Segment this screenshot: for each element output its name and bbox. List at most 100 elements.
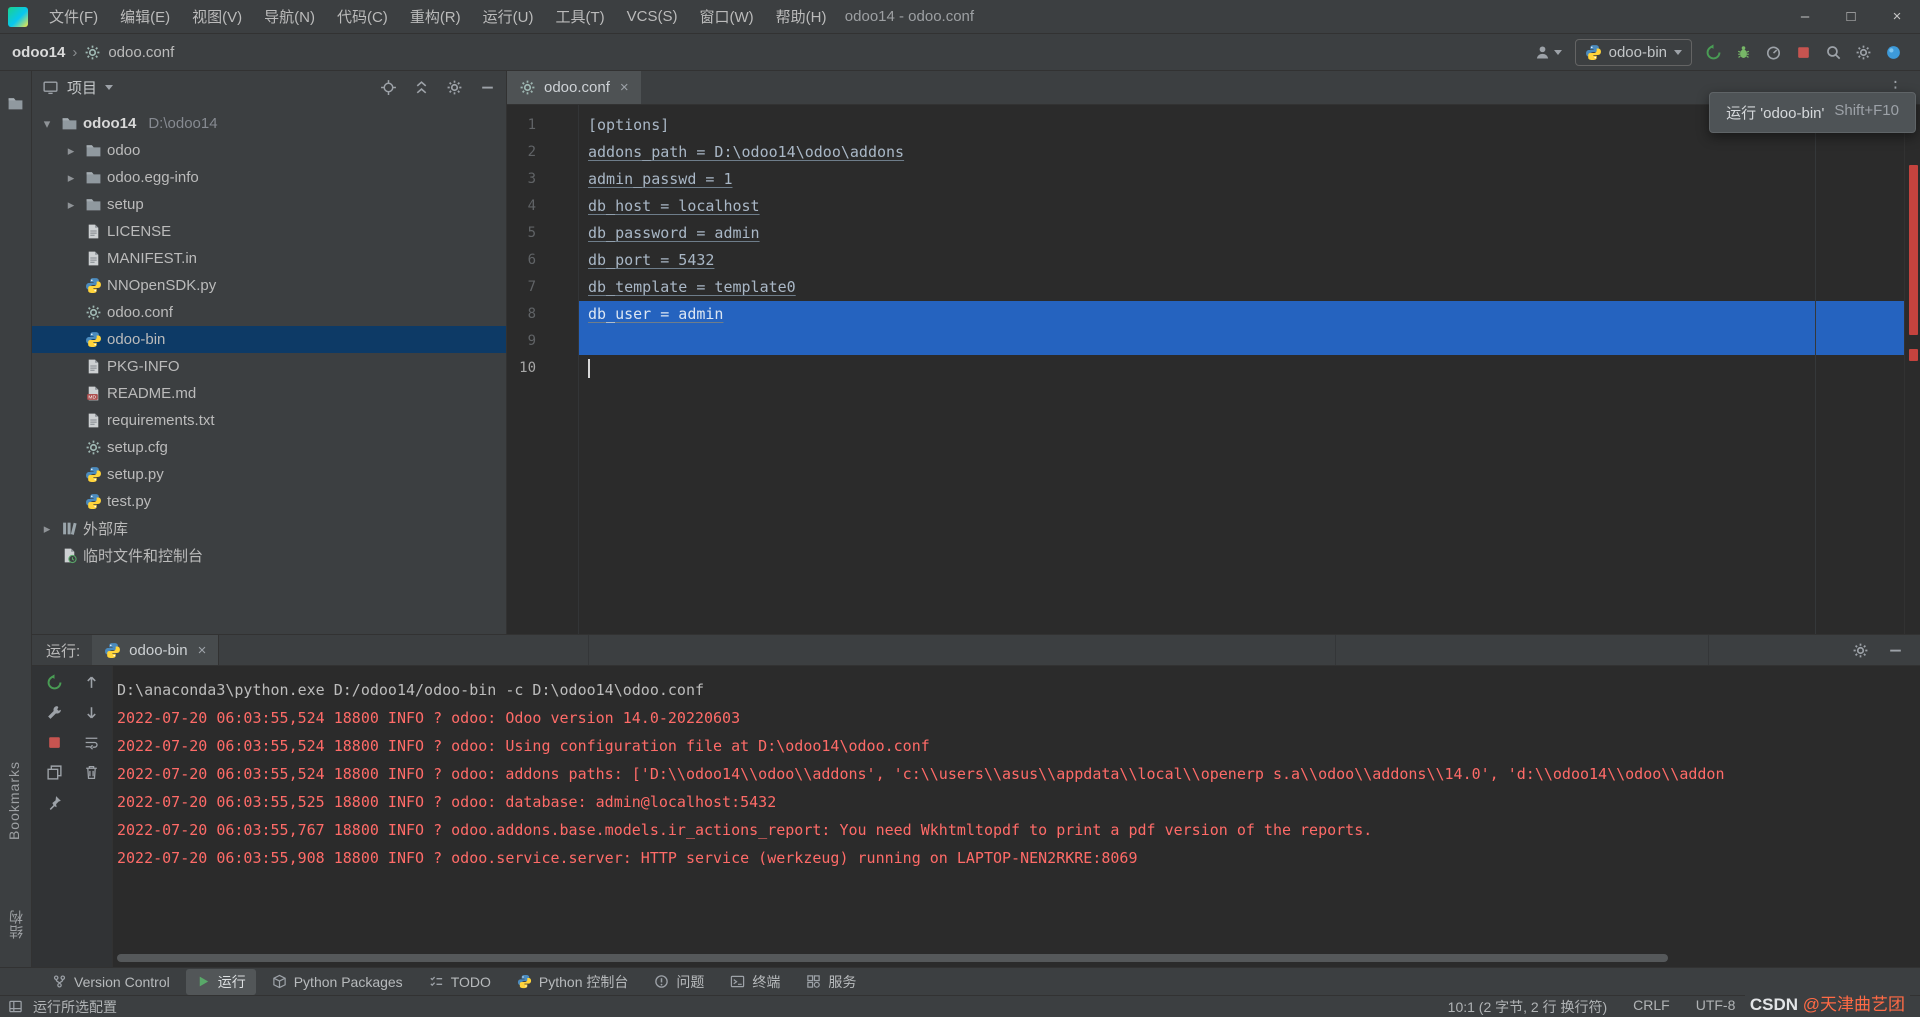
user-button[interactable]	[1534, 44, 1562, 61]
pin-button[interactable]	[46, 794, 63, 811]
menu-item-文件(F)[interactable]: 文件(F)	[38, 0, 109, 33]
tool-window-button-TODO[interactable]: TODO	[419, 971, 501, 993]
horizontal-scrollbar[interactable]	[117, 954, 1900, 962]
tree-item-odoo[interactable]: ▸ odoo	[32, 137, 506, 164]
menu-item-帮助(H)[interactable]: 帮助(H)	[765, 0, 838, 33]
rerun-button[interactable]	[46, 674, 63, 691]
error-stripe-mark[interactable]	[1909, 165, 1918, 335]
minimize-panel-icon[interactable]	[1887, 642, 1904, 659]
code-line-3[interactable]: admin_passwd = 1	[579, 166, 1904, 193]
code-line-6[interactable]: db_port = 5432	[579, 247, 1904, 274]
editor-code-area[interactable]: [options] addons_path = D:\odoo14\odoo\ad…	[579, 105, 1904, 634]
menu-item-窗口(W)[interactable]: 窗口(W)	[688, 0, 764, 33]
restore-layout-button[interactable]	[46, 764, 63, 781]
tree-item-setup[interactable]: ▸ setup	[32, 191, 506, 218]
menu-item-运行(U)[interactable]: 运行(U)	[472, 0, 545, 33]
tool-stripe-结构[interactable]: 结构	[6, 909, 26, 939]
run-config-selector[interactable]: odoo-bin	[1574, 38, 1692, 66]
chevron-right-icon[interactable]: ▸	[62, 170, 80, 186]
tree-item-requirements.txt[interactable]: requirements.txt	[32, 407, 506, 434]
rerun-button[interactable]	[1705, 43, 1722, 61]
soft-wrap-button[interactable]	[83, 734, 100, 751]
breadcrumb-project[interactable]: odoo14	[12, 44, 65, 61]
tree-item-MANIFEST.in[interactable]: MANIFEST.in	[32, 245, 506, 272]
tree-item-PKG-INFO[interactable]: PKG-INFO	[32, 353, 506, 380]
status-file-encoding[interactable]: UTF-8	[1696, 997, 1736, 1017]
profiler-button[interactable]	[1765, 44, 1782, 61]
error-stripe-mark[interactable]	[1909, 349, 1918, 361]
tree-item-odoo14[interactable]: ▾ odoo14 D:\odoo14	[32, 110, 506, 137]
close-button[interactable]: ×	[1874, 0, 1920, 33]
tree-item-setup.py[interactable]: setup.py	[32, 461, 506, 488]
locate-file-button[interactable]	[380, 79, 397, 96]
menu-item-视图(V)[interactable]: 视图(V)	[181, 0, 253, 33]
tree-item-NNOpenSDK.py[interactable]: NNOpenSDK.py	[32, 272, 506, 299]
tree-item-setup.cfg[interactable]: setup.cfg	[32, 434, 506, 461]
search-everywhere-button[interactable]	[1825, 44, 1842, 61]
menu-item-编辑(E)[interactable]: 编辑(E)	[109, 0, 181, 33]
tool-window-button-终端[interactable]: 终端	[720, 969, 790, 995]
gear-file-icon	[84, 44, 101, 61]
clear-console-button[interactable]	[83, 764, 100, 781]
code-line-2[interactable]: addons_path = D:\odoo14\odoo\addons	[579, 139, 1904, 166]
menu-item-工具(T)[interactable]: 工具(T)	[544, 0, 615, 33]
down-stack-button[interactable]	[83, 704, 100, 721]
menu-item-重构(R)[interactable]: 重构(R)	[399, 0, 472, 33]
tree-item-odoo-bin[interactable]: odoo-bin	[32, 326, 506, 353]
code-line-4[interactable]: db_host = localhost	[579, 193, 1904, 220]
status-line-separator[interactable]: CRLF	[1633, 997, 1670, 1017]
tree-item-LICENSE[interactable]: LICENSE	[32, 218, 506, 245]
stop-button[interactable]	[1795, 44, 1812, 61]
tree-item-odoo.egg-info[interactable]: ▸ odoo.egg-info	[32, 164, 506, 191]
gear-icon[interactable]	[1852, 642, 1869, 659]
scrollbar-thumb[interactable]	[117, 954, 1669, 962]
maximize-button[interactable]: □	[1828, 0, 1874, 33]
project-panel-title[interactable]: 项目	[67, 77, 97, 98]
tool-window-button-问题[interactable]: 问题	[644, 969, 714, 995]
collapse-all-button[interactable]	[413, 79, 430, 96]
chevron-right-icon[interactable]: ▸	[38, 521, 56, 537]
error-stripe-scrollbar[interactable]	[1904, 105, 1920, 634]
tool-window-button-Version Control[interactable]: Version Control	[42, 971, 180, 993]
tool-window-button-运行[interactable]: 运行	[185, 968, 256, 995]
editor-tab-odoo-conf[interactable]: odoo.conf ×	[507, 71, 641, 104]
hide-panel-button[interactable]	[479, 79, 496, 96]
status-caret-position[interactable]: 10:1 (2 字节, 2 行 换行符)	[1448, 997, 1607, 1017]
project-tool-button-icon[interactable]	[7, 95, 24, 112]
tree-item-test.py[interactable]: test.py	[32, 488, 506, 515]
menu-item-代码(C)[interactable]: 代码(C)	[326, 0, 399, 33]
ide-assistant-button[interactable]	[1885, 44, 1902, 61]
code-line-5[interactable]: db_password = admin	[579, 220, 1904, 247]
close-icon[interactable]: ×	[620, 79, 629, 96]
menu-item-导航(N)[interactable]: 导航(N)	[253, 0, 326, 33]
close-icon[interactable]: ×	[198, 642, 207, 659]
tool-window-button-Python Packages[interactable]: Python Packages	[262, 971, 413, 993]
chevron-right-icon[interactable]: ▸	[62, 143, 80, 159]
menu-item-VCS(S)[interactable]: VCS(S)	[616, 0, 689, 33]
code-line-9[interactable]	[579, 328, 1904, 355]
run-tab-odoo-bin[interactable]: odoo-bin ×	[92, 635, 220, 665]
run-console[interactable]: D:\anaconda3\python.exe D:/odoo14/odoo-b…	[113, 666, 1920, 967]
debug-button[interactable]	[1735, 44, 1752, 61]
tool-stripe-Bookmarks[interactable]: Bookmarks	[6, 761, 22, 840]
stop-button[interactable]	[46, 734, 63, 751]
tree-item-临时文件和控制台[interactable]: 临时文件和控制台	[32, 542, 506, 569]
tree-item-外部库[interactable]: ▸ 外部库	[32, 515, 506, 542]
tool-window-switcher-icon[interactable]	[8, 999, 23, 1014]
code-line-7[interactable]: db_template = template0	[579, 274, 1904, 301]
minimize-button[interactable]: –	[1782, 0, 1828, 33]
code-line-8[interactable]: db_user = admin	[579, 301, 1904, 328]
tree-item-odoo.conf[interactable]: odoo.conf	[32, 299, 506, 326]
chevron-right-icon[interactable]: ▸	[62, 197, 80, 213]
settings-button[interactable]	[1855, 44, 1872, 61]
tool-window-button-Python 控制台[interactable]: Python 控制台	[507, 969, 638, 995]
tree-item-README.md[interactable]: MD README.md	[32, 380, 506, 407]
tool-window-button-服务[interactable]: 服务	[796, 969, 866, 995]
code-line-10[interactable]	[579, 355, 1904, 382]
build-button[interactable]	[46, 704, 63, 721]
panel-settings-button[interactable]	[446, 79, 463, 96]
up-stack-button[interactable]	[83, 674, 100, 691]
breadcrumb-file[interactable]: odoo.conf	[108, 44, 174, 61]
chevron-down-icon[interactable]: ▾	[38, 116, 56, 132]
code-line-1[interactable]: [options]	[579, 112, 1904, 139]
